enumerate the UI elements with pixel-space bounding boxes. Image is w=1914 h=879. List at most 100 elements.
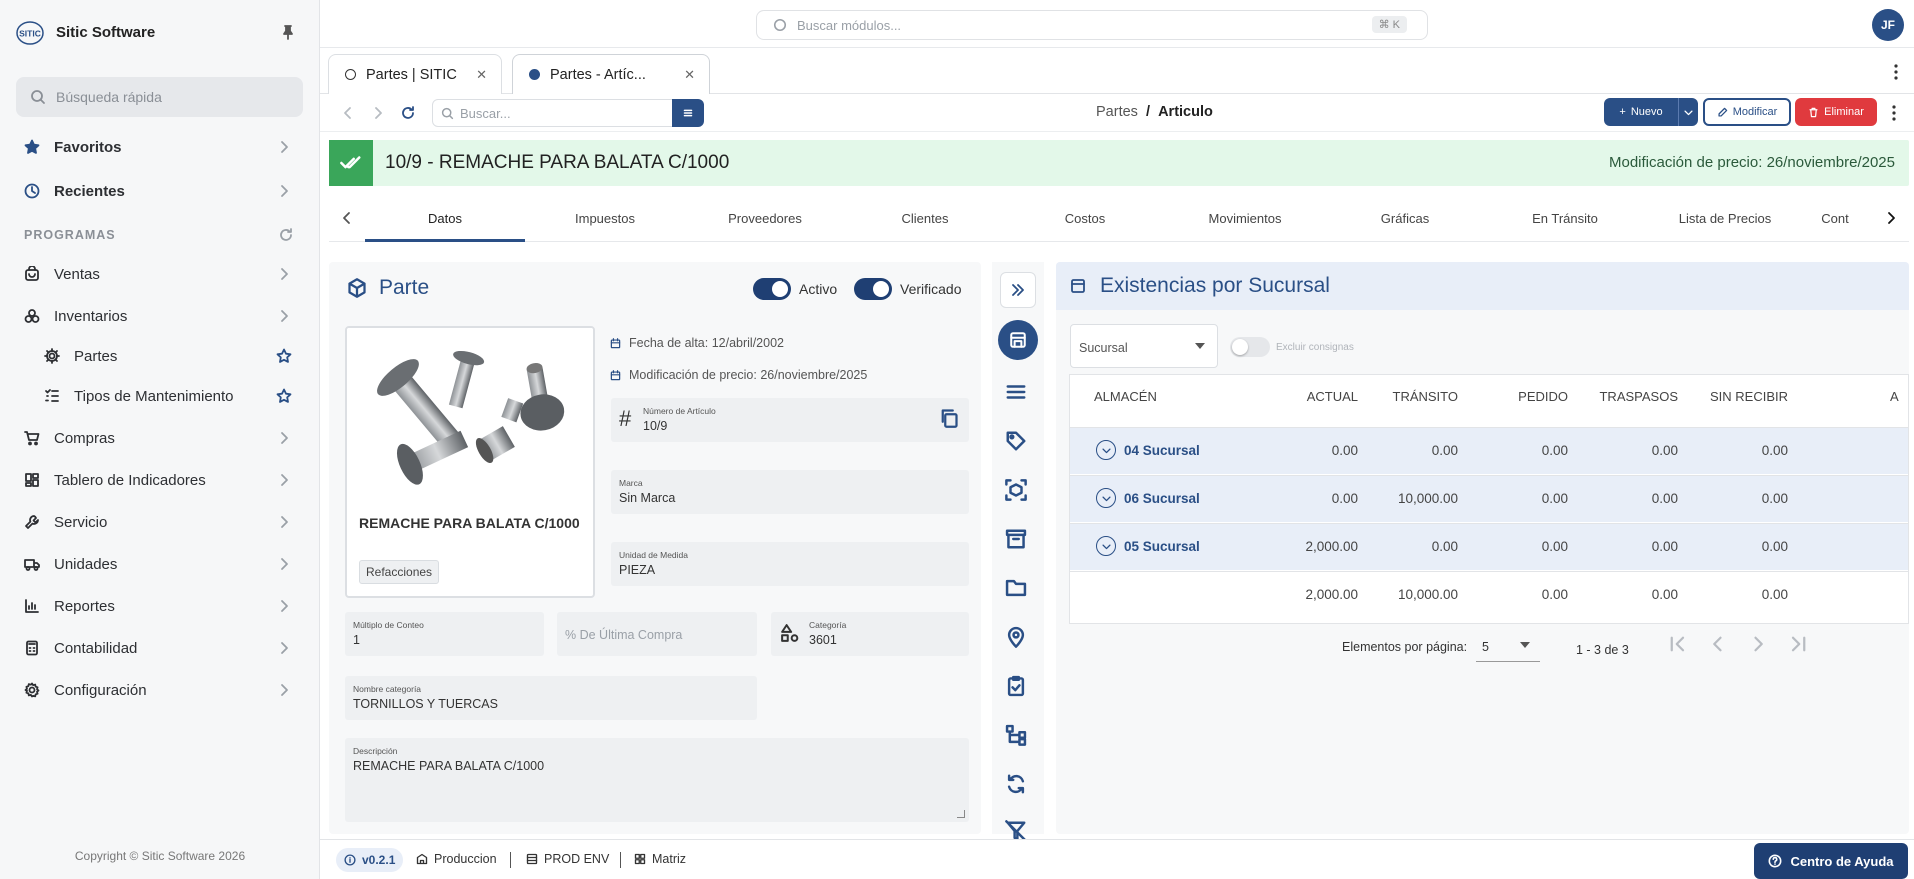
- last-page-icon[interactable]: [1788, 634, 1808, 654]
- list-icon[interactable]: [1005, 381, 1027, 403]
- resize-handle[interactable]: [957, 810, 965, 818]
- help-center-button[interactable]: Centro de Ayuda: [1754, 843, 1908, 879]
- article-number-field[interactable]: # Número de Artículo 10/9: [611, 398, 969, 442]
- col-pedido[interactable]: PEDIDO: [1468, 389, 1568, 404]
- avatar[interactable]: JF: [1872, 9, 1904, 41]
- shopping-cart-icon: [24, 431, 40, 446]
- tab-clientes[interactable]: Clientes: [845, 211, 1005, 226]
- sidebar-item-recientes[interactable]: Recientes: [0, 173, 320, 209]
- clipboard-check-icon[interactable]: [1005, 675, 1027, 697]
- col-a[interactable]: A: [1890, 389, 1899, 404]
- more-vert-icon[interactable]: [1892, 105, 1896, 121]
- star-outline-icon[interactable]: [276, 348, 292, 364]
- tab-cont[interactable]: Cont: [1805, 211, 1865, 226]
- toggle-switch[interactable]: [854, 278, 892, 300]
- tab-proveedores[interactable]: Proveedores: [685, 211, 845, 226]
- star-outline-icon[interactable]: [276, 388, 292, 404]
- close-icon[interactable]: ✕: [684, 67, 695, 83]
- prev-page-icon[interactable]: [1708, 634, 1728, 654]
- exclude-consignments-toggle[interactable]: [1230, 337, 1270, 357]
- col-sin-recibir[interactable]: SIN RECIBIR: [1688, 389, 1788, 404]
- count-multiple-field[interactable]: Múltiplo de Conteo 1: [345, 612, 544, 656]
- col-almacen[interactable]: ALMACÉN: [1094, 389, 1157, 404]
- new-button[interactable]: + Nuevo: [1604, 98, 1678, 126]
- close-icon[interactable]: ✕: [476, 67, 487, 83]
- pin-icon[interactable]: [280, 24, 296, 40]
- modify-button[interactable]: Modificar: [1703, 98, 1791, 126]
- description-textarea[interactable]: Descripción REMACHE PARA BALATA C/1000: [345, 738, 969, 822]
- sidebar-item-partes[interactable]: Partes: [0, 338, 320, 374]
- forward-icon[interactable]: [370, 105, 386, 121]
- part-panel: Parte Activo Verificado REMACHE PARA BAL…: [329, 262, 981, 834]
- part-image-card: REMACHE PARA BALATA C/1000 Refacciones: [345, 326, 595, 598]
- sidebar-item-compras[interactable]: Compras: [0, 420, 320, 456]
- tab-partes-articulo[interactable]: Partes - Artíc... ✕: [512, 54, 710, 94]
- hierarchy-icon[interactable]: [1005, 724, 1027, 746]
- sidebar-item-tipos-mantenimiento[interactable]: Tipos de Mantenimiento: [0, 378, 320, 414]
- tag-icon[interactable]: [1005, 430, 1027, 452]
- chevron-down-icon[interactable]: [1096, 488, 1116, 508]
- branch-select[interactable]: Sucursal: [1070, 324, 1218, 368]
- wrench-icon: [25, 515, 39, 529]
- module-search-input[interactable]: Buscar módulos... ⌘ K: [756, 10, 1428, 40]
- tab-impuestos[interactable]: Impuestos: [525, 211, 685, 226]
- next-page-icon[interactable]: [1748, 634, 1768, 654]
- back-icon[interactable]: [340, 105, 356, 121]
- sidebar-item-inventarios[interactable]: Inventarios: [0, 298, 320, 334]
- expand-icon[interactable]: [1000, 272, 1036, 308]
- tab-movimientos[interactable]: Movimientos: [1165, 211, 1325, 226]
- category-name-field[interactable]: Nombre categoría TORNILLOS Y TUERCAS: [345, 676, 757, 720]
- sidebar-item-contabilidad[interactable]: Contabilidad: [0, 630, 320, 666]
- reload-icon[interactable]: [400, 105, 416, 121]
- archive-icon[interactable]: [1005, 528, 1027, 550]
- sidebar-item-unidades[interactable]: Unidades: [0, 546, 320, 582]
- tab-graficas[interactable]: Gráficas: [1325, 211, 1485, 226]
- box-scan-icon[interactable]: [1005, 479, 1027, 501]
- tab-lista-precios[interactable]: Lista de Precios: [1645, 211, 1805, 226]
- list-check-icon: [45, 389, 59, 402]
- table-row[interactable]: 06 Sucursal 0.00 10,000.00 0.00 0.00 0.0…: [1070, 475, 1908, 522]
- delete-button[interactable]: Eliminar: [1795, 98, 1877, 126]
- toggle-switch[interactable]: [753, 278, 791, 300]
- chevron-down-icon[interactable]: [1096, 536, 1116, 556]
- tab-partes-sitic[interactable]: Partes | SITIC ✕: [328, 54, 502, 94]
- sidebar-item-reportes[interactable]: Reportes: [0, 588, 320, 624]
- filter-menu-button[interactable]: [672, 99, 704, 127]
- col-actual[interactable]: ACTUAL: [1258, 389, 1358, 404]
- tab-datos[interactable]: Datos: [365, 211, 525, 226]
- sidebar-item-tablero[interactable]: Tablero de Indicadores: [0, 462, 320, 498]
- active-toggle[interactable]: Activo: [753, 278, 837, 300]
- new-dropdown-button[interactable]: [1678, 98, 1698, 126]
- location-icon[interactable]: [1005, 626, 1027, 648]
- sidebar-item-ventas[interactable]: Ventas: [0, 256, 320, 292]
- chevron-left-icon[interactable]: [339, 210, 355, 226]
- category-field[interactable]: Categoría 3601: [771, 612, 969, 656]
- stock-header: Existencias por Sucursal: [1056, 262, 1909, 310]
- unit-field[interactable]: Unidad de Medida PIEZA: [611, 542, 969, 586]
- table-row[interactable]: 05 Sucursal 2,000.00 0.00 0.00 0.00 0.00: [1070, 523, 1908, 570]
- quick-search-input[interactable]: Búsqueda rápida: [16, 77, 303, 117]
- per-page-label: Elementos por página:: [1342, 640, 1468, 654]
- folder-icon[interactable]: [1005, 577, 1027, 599]
- more-vert-icon[interactable]: [1894, 64, 1898, 80]
- col-transito[interactable]: TRÁNSITO: [1358, 389, 1459, 404]
- verified-toggle[interactable]: Verificado: [854, 278, 961, 300]
- sidebar-item-favoritos[interactable]: Favoritos: [0, 129, 320, 165]
- sync-icon[interactable]: [1005, 773, 1027, 795]
- first-page-icon[interactable]: [1668, 634, 1688, 654]
- refresh-icon[interactable]: [278, 227, 294, 243]
- sidebar-item-configuracion[interactable]: Configuración: [0, 672, 320, 708]
- last-purchase-percent-field[interactable]: % De Última Compra: [557, 612, 757, 656]
- col-traspasos[interactable]: TRASPASOS: [1578, 389, 1678, 404]
- copy-icon[interactable]: [939, 408, 959, 428]
- table-row[interactable]: 04 Sucursal 0.00 0.00 0.00 0.00 0.00: [1070, 427, 1908, 474]
- tab-costos[interactable]: Costos: [1005, 211, 1165, 226]
- brand-field[interactable]: Marca Sin Marca: [611, 470, 969, 514]
- per-page-select[interactable]: 5: [1476, 630, 1540, 662]
- store-icon[interactable]: [998, 320, 1038, 360]
- sidebar-item-servicio[interactable]: Servicio: [0, 504, 320, 540]
- tab-en-transito[interactable]: En Tránsito: [1485, 211, 1645, 226]
- record-search-input[interactable]: Buscar...: [432, 99, 680, 127]
- chevron-right-icon[interactable]: [1883, 210, 1899, 226]
- chevron-down-icon[interactable]: [1096, 440, 1116, 460]
